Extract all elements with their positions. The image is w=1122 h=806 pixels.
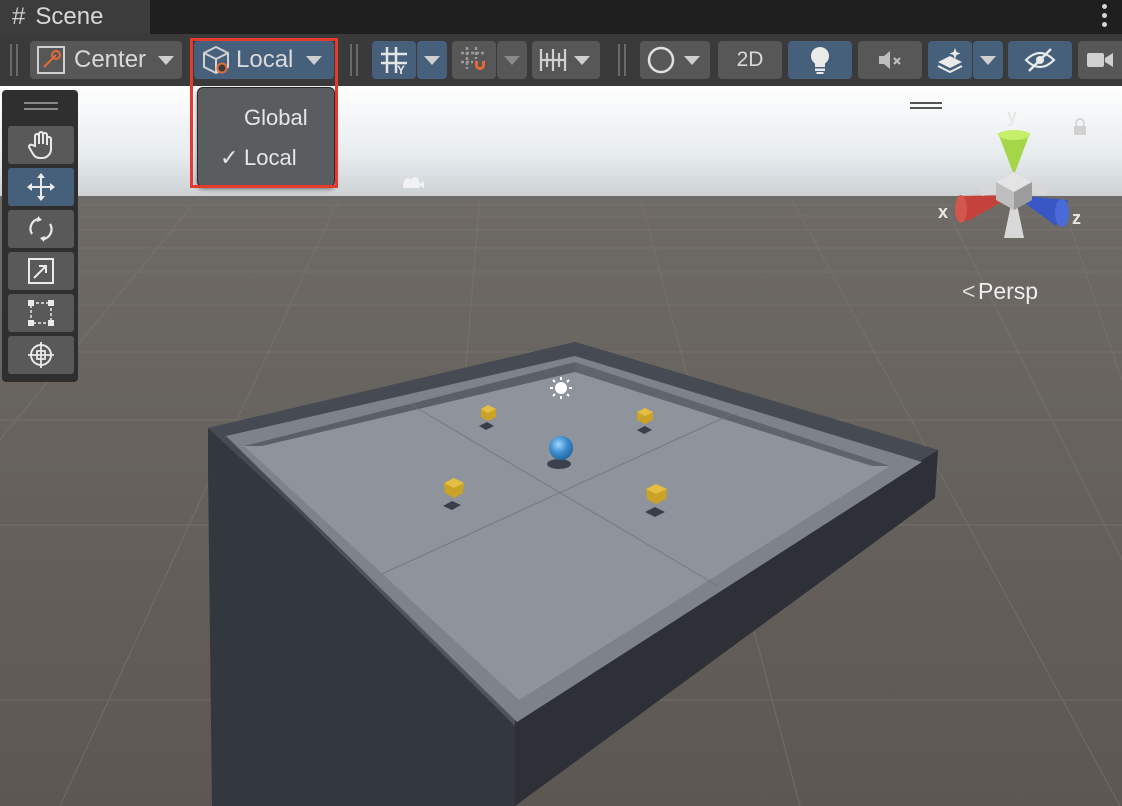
- rotate-tool-button[interactable]: [8, 210, 74, 248]
- tab-scene[interactable]: # Scene: [0, 0, 150, 34]
- rotate-icon: [29, 216, 53, 242]
- scene-hash-icon: #: [12, 3, 26, 30]
- chevron-down-icon: [306, 56, 322, 65]
- pivot-rotation-label: Local: [236, 46, 294, 73]
- gizmo-z-label[interactable]: z: [1072, 208, 1081, 229]
- lightbulb-icon: [810, 46, 830, 74]
- pivot-rotation-button[interactable]: Local: [194, 41, 334, 79]
- scale-icon: [28, 258, 54, 284]
- pivot-position-label: Center: [74, 46, 147, 73]
- snap-magnet-icon: [461, 47, 485, 70]
- shaded-sphere-icon: [647, 46, 675, 74]
- pivot-rotation-menu: Global ✓ Local: [197, 87, 335, 187]
- overlay-drag-handle[interactable]: [24, 102, 58, 110]
- toolbar-grip-handle[interactable]: [618, 44, 626, 76]
- menu-item-local[interactable]: ✓ Local: [198, 138, 334, 178]
- chevron-down-icon: [504, 56, 520, 65]
- scene-effects-button[interactable]: [928, 41, 972, 79]
- hand-icon: [28, 131, 52, 160]
- chevron-down-icon: [158, 56, 174, 65]
- scene-lighting-button[interactable]: [788, 41, 852, 79]
- local-space-cube-icon: [203, 45, 229, 75]
- increment-snap-button[interactable]: [532, 41, 600, 79]
- rect-transform-icon: [28, 300, 54, 326]
- audio-muted-icon: [879, 51, 901, 69]
- move-tool-button[interactable]: [8, 168, 74, 206]
- svg-text:Y: Y: [397, 63, 405, 75]
- chevron-down-icon: [684, 56, 700, 65]
- chevron-left-icon: <: [962, 278, 976, 304]
- scene-toolbar: Center Local Y 2D: [0, 34, 1122, 87]
- chevron-down-icon: [424, 56, 440, 65]
- tab-scene-label: Scene: [35, 3, 104, 30]
- snap-options-dropdown[interactable]: [497, 41, 527, 79]
- more-options-icon[interactable]: [1102, 4, 1108, 30]
- transform-tool-button[interactable]: [8, 336, 74, 374]
- scene-audio-button[interactable]: [858, 41, 922, 79]
- move-arrows-icon: [27, 173, 55, 201]
- menu-item-global[interactable]: Global: [198, 98, 334, 138]
- scale-tool-button[interactable]: [8, 252, 74, 290]
- scene-visibility-button[interactable]: [1008, 41, 1072, 79]
- chevron-down-icon: [980, 56, 996, 65]
- projection-label: Persp: [978, 278, 1039, 304]
- pivot-position-button[interactable]: Center: [30, 41, 182, 79]
- toggle-2d-label: 2D: [736, 48, 764, 71]
- gizmo-y-label[interactable]: y: [1007, 106, 1017, 127]
- projection-toggle[interactable]: < Persp: [962, 278, 1038, 305]
- view-tool-button[interactable]: [8, 126, 74, 164]
- chevron-down-icon: [574, 56, 590, 65]
- rect-tool-button[interactable]: [8, 294, 74, 332]
- checkmark-icon: ✓: [220, 145, 239, 170]
- pivot-center-icon: [37, 46, 65, 74]
- scene-viewport[interactable]: y x z: [0, 86, 1122, 806]
- grid-snapping-button[interactable]: [452, 41, 496, 79]
- scene-camera-button[interactable]: [1078, 41, 1122, 79]
- hidden-eye-icon: [1024, 48, 1056, 72]
- effects-layers-icon: [937, 48, 963, 74]
- window-tab-bar: # Scene: [0, 0, 1122, 34]
- menu-item-local-label: Local: [244, 145, 297, 170]
- grid-visibility-button[interactable]: Y: [372, 41, 416, 79]
- tools-overlay: [2, 90, 78, 382]
- scene-render: [0, 86, 1122, 806]
- grid-options-dropdown[interactable]: [417, 41, 447, 79]
- menu-item-global-label: Global: [244, 105, 308, 130]
- transform-all-icon: [28, 342, 54, 368]
- toggle-2d-button[interactable]: 2D: [718, 41, 782, 79]
- increment-snap-icon: [539, 49, 567, 71]
- toolbar-grip-handle[interactable]: [10, 44, 18, 76]
- camera-icon: [1087, 53, 1113, 67]
- effects-options-dropdown[interactable]: [973, 41, 1003, 79]
- gizmo-x-label[interactable]: x: [938, 202, 948, 223]
- grid-icon: Y: [381, 47, 407, 75]
- draw-mode-button[interactable]: [640, 41, 710, 79]
- toolbar-grip-handle[interactable]: [350, 44, 358, 76]
